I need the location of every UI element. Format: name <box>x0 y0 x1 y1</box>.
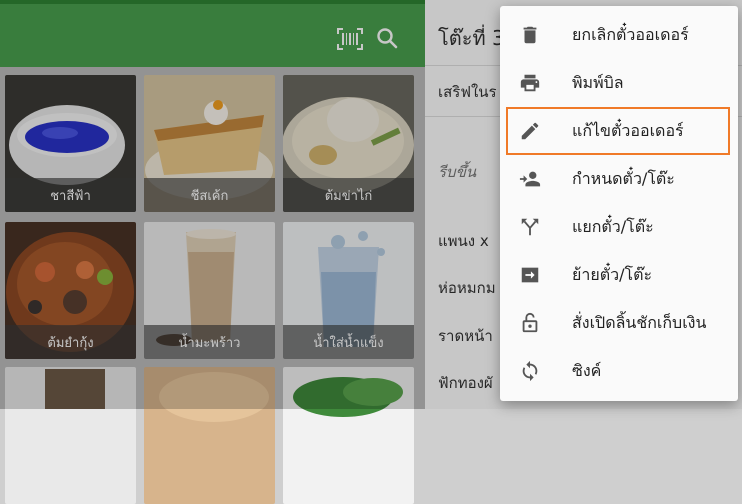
menu-item-label: แก้ไขตั๋วออเดอร์ <box>572 120 684 140</box>
menu-item-edit-order[interactable]: แก้ไขตั๋วออเดอร์ <box>506 107 730 155</box>
trash-icon <box>523 26 537 44</box>
pencil-icon <box>521 122 539 140</box>
menu-item-label: สั่งเปิดลิ้นชักเก็บเงิน <box>572 312 707 332</box>
unlock-icon <box>522 312 538 333</box>
menu-item-move-table[interactable]: ย้ายตั๋ว/โต๊ะ <box>500 251 738 299</box>
assign-person-icon <box>519 171 541 187</box>
menu-item-sync[interactable]: ซิงค์ <box>500 347 738 395</box>
menu-item-cancel-order[interactable]: ยกเลิกตั๋วออเดอร์ <box>500 11 738 59</box>
sync-icon <box>522 360 538 382</box>
menu-item-print-bill[interactable]: พิมพ์บิล <box>500 59 738 107</box>
split-icon <box>521 218 539 236</box>
menu-item-assign-table[interactable]: กำหนดตั๋ว/โต๊ะ <box>500 155 738 203</box>
menu-item-label: กำหนดตั๋ว/โต๊ะ <box>572 168 675 188</box>
menu-item-label: ซิงค์ <box>572 360 602 380</box>
menu-item-label: ยกเลิกตั๋วออเดอร์ <box>572 24 689 44</box>
menu-item-label: ย้ายตั๋ว/โต๊ะ <box>572 264 653 284</box>
menu-item-label: พิมพ์บิล <box>572 72 624 92</box>
order-actions-menu: ยกเลิกตั๋วออเดอร์ พิมพ์บิล แก้ไขตั๋วออเด… <box>500 6 738 401</box>
menu-item-split-table[interactable]: แยกตั๋ว/โต๊ะ <box>500 203 738 251</box>
menu-item-label: แยกตั๋ว/โต๊ะ <box>572 216 654 236</box>
menu-item-open-drawer[interactable]: สั่งเปิดลิ้นชักเก็บเงิน <box>500 299 738 347</box>
move-icon <box>521 267 539 283</box>
printer-icon <box>520 74 540 92</box>
